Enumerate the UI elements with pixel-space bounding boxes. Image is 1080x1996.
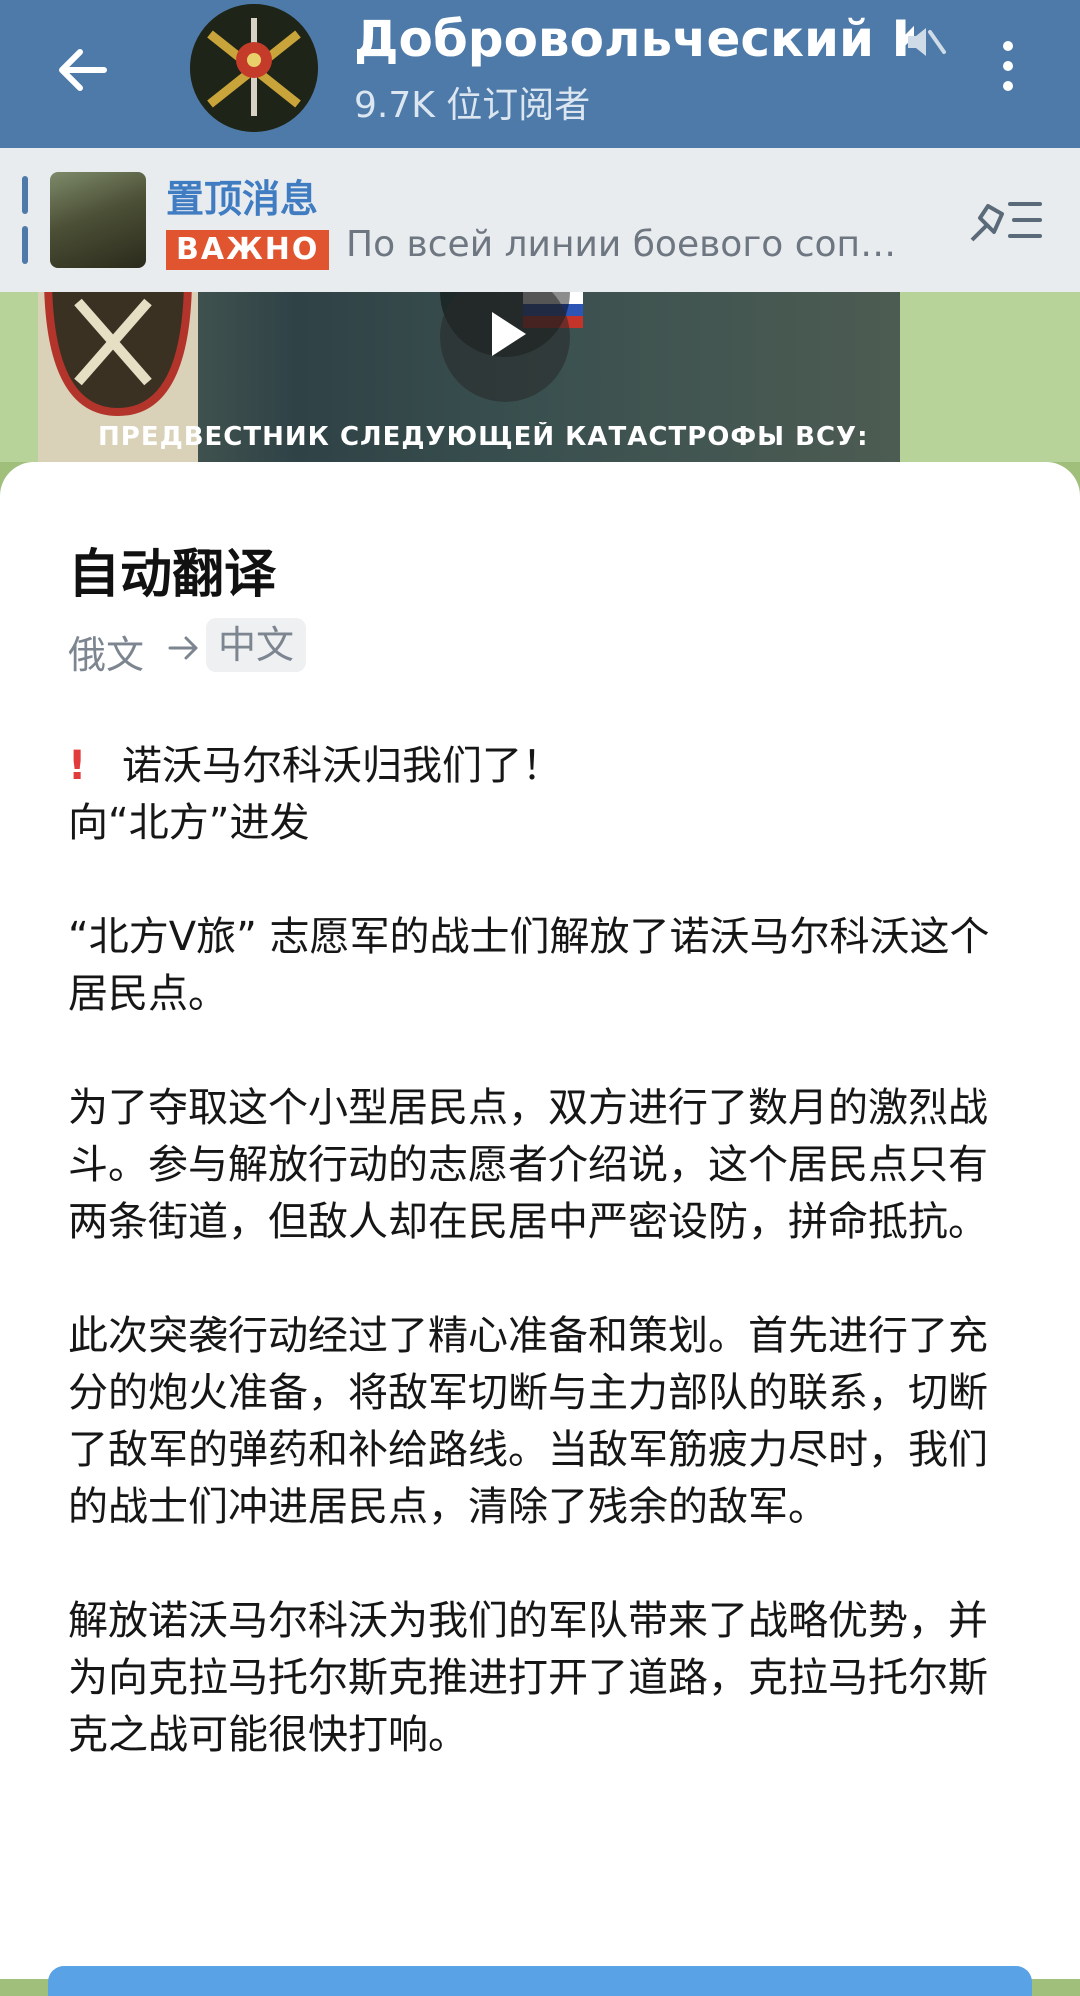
paragraph: 解放诺沃马尔科沃为我们的军队带来了战略优势，并为向克拉马托尔斯克推进打开了道路，…	[68, 1598, 988, 1758]
paragraph: 此次突袭行动经过了精心准备和策划。首先进行了充分的炮火准备，将敌军切断与主力部队…	[68, 1313, 988, 1530]
pinned-preview: По всей линии боевого соп…	[346, 224, 897, 265]
target-language-chip[interactable]: 中文	[206, 618, 307, 672]
more-vertical-icon[interactable]	[990, 36, 1026, 96]
exclamation-icon: !	[68, 743, 87, 789]
back-arrow-icon[interactable]	[52, 40, 112, 100]
subscriber-count: 9.7K 位订阅者	[354, 85, 591, 126]
arrow-right-icon	[168, 636, 198, 660]
pinned-message-bar[interactable]: 置顶消息 ВАЖНО По всей линии боевого соп…	[0, 148, 1080, 292]
sheet-title: 自动翻译	[68, 545, 277, 605]
pinned-thumbnail	[50, 172, 146, 268]
pinned-indicator	[22, 176, 28, 264]
pinned-title: 置顶消息	[166, 177, 319, 221]
video-caption: ПРЕДВЕСТНИК СЛЕДУЮЩЕЙ КАТАСТРОФЫ ВСУ:	[98, 422, 869, 452]
translated-text: ! 诺沃马尔科沃归我们了！ 向“北方”进发 “北方V旅” 志愿军的战士们解放了诺沃马…	[68, 738, 998, 1821]
headline-line-2: 向“北方”进发	[68, 800, 310, 846]
source-language: 俄文	[68, 633, 145, 677]
paragraph: 为了夺取这个小型居民点，双方进行了数月的激烈战斗。参与解放行动的志愿者介绍说，这…	[68, 1085, 988, 1245]
paragraph-headline: ! 诺沃马尔科沃归我们了！ 向“北方”进发	[68, 738, 998, 852]
play-button-icon[interactable]	[440, 292, 570, 402]
pin-list-icon[interactable]	[966, 194, 1044, 246]
muted-icon	[908, 28, 946, 56]
translation-sheet: 自动翻译 俄文 中文 ! 诺沃马尔科沃归我们了！ 向“北方”进发 “北方V旅” 志愿…	[0, 462, 1080, 1996]
bottom-action-button[interactable]	[48, 1966, 1032, 1996]
pinned-badge: ВАЖНО	[166, 230, 330, 270]
video-message[interactable]: ПРЕДВЕСТНИК СЛЕДУЮЩЕЙ КАТАСТРОФЫ ВСУ:	[38, 292, 900, 462]
channel-title[interactable]: Добровольческий Ко	[354, 10, 914, 74]
channel-header: Добровольческий Ко 9.7K 位订阅者	[0, 0, 1080, 148]
paragraph: “北方V旅” 志愿军的战士们解放了诺沃马尔科沃这个居民点。	[68, 914, 990, 1017]
headline-line-1: 诺沃马尔科沃归我们了！	[122, 743, 562, 789]
channel-avatar[interactable]	[190, 4, 318, 132]
